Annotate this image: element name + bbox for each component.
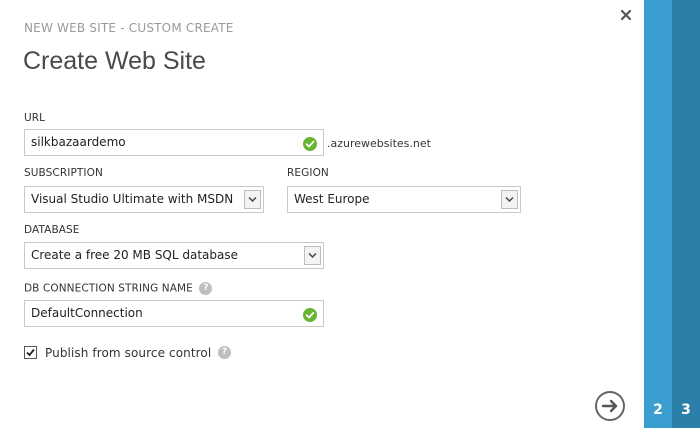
chevron-down-icon[interactable] [501,190,518,209]
db-connection-input[interactable]: DefaultConnection [24,300,324,327]
step-3-number: 3 [681,402,691,418]
url-input[interactable]: silkbazaardemo [24,129,324,156]
step-2[interactable]: 2 [644,0,672,428]
db-connection-label: DB CONNECTION STRING NAME ? [24,282,213,295]
url-suffix: .azurewebsites.net [327,137,431,150]
close-icon[interactable] [618,7,634,23]
region-value: West Europe [294,192,370,206]
step-3[interactable]: 3 [672,0,700,428]
page-title: Create Web Site [23,47,206,75]
publish-checkbox[interactable] [24,346,37,359]
chevron-down-icon[interactable] [244,190,261,209]
dialog-subtitle: NEW WEB SITE - CUSTOM CREATE [24,21,234,35]
database-select[interactable]: Create a free 20 MB SQL database [24,242,324,269]
next-arrow-button[interactable] [594,390,626,422]
publish-label: Publish from source control [45,346,212,360]
subscription-select[interactable]: Visual Studio Ultimate with MSDN [24,186,264,213]
step-2-number: 2 [653,402,663,418]
subscription-value: Visual Studio Ultimate with MSDN [31,192,234,206]
db-connection-value: DefaultConnection [31,306,143,320]
region-label: REGION [287,167,329,179]
wizard-steps: 2 3 [644,0,700,428]
url-value: silkbazaardemo [31,135,126,149]
db-connection-label-text: DB CONNECTION STRING NAME [24,282,193,295]
database-value: Create a free 20 MB SQL database [31,248,239,262]
subscription-label: SUBSCRIPTION [24,167,103,179]
check-circle-icon [303,307,317,322]
help-icon[interactable]: ? [218,346,231,359]
database-label: DATABASE [24,224,80,236]
check-circle-icon [303,136,317,151]
help-icon[interactable]: ? [199,282,213,295]
url-label: URL [24,112,46,124]
create-website-dialog: NEW WEB SITE - CUSTOM CREATE Create Web … [0,0,644,428]
chevron-down-icon[interactable] [304,246,321,265]
region-select[interactable]: West Europe [287,186,521,213]
